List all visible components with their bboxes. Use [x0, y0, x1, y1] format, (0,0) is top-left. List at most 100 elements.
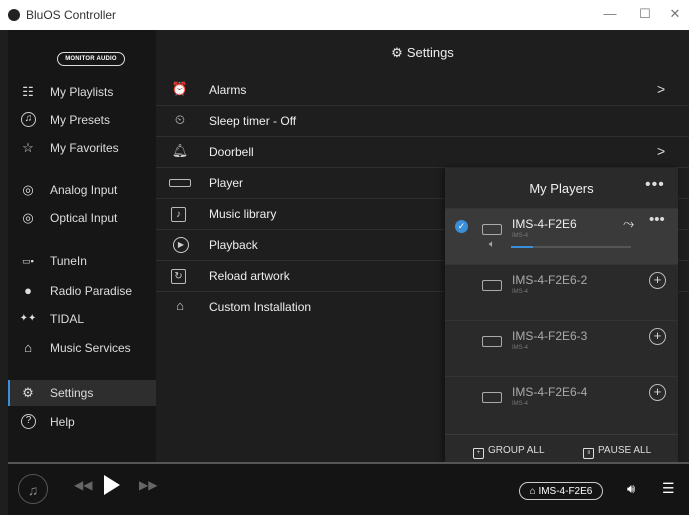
settings-row-alarms[interactable]: ⏰ Alarms >	[156, 74, 689, 106]
player-name: IMS-4-F2E6	[512, 217, 577, 231]
sidebar-item-optical-input[interactable]: ◎ Optical Input	[8, 205, 156, 231]
presets-icon: ♫	[21, 112, 36, 127]
maximize-button[interactable]: ☐	[634, 5, 656, 23]
brand-logo: MONITOR AUDIO	[57, 52, 125, 66]
player-name: IMS-4-F2E6-4	[512, 385, 588, 399]
sidebar-item-music-services[interactable]: ⌂ Music Services	[8, 335, 156, 361]
house-plus-icon: +	[473, 448, 484, 459]
sidebar-item-label: Settings	[50, 386, 94, 400]
house-pause-icon: ॥	[583, 448, 594, 459]
more-options-icon[interactable]: •••	[645, 176, 665, 194]
player-row[interactable]: IMS-4-F2E6-2 IMS-4 +	[445, 264, 678, 321]
custom-install-icon: ⌂	[176, 298, 184, 313]
sidebar-item-radio-paradise[interactable]: ● Radio Paradise	[8, 278, 156, 304]
queue-icon[interactable]: ☰	[662, 480, 675, 497]
star-icon: ☆	[22, 140, 34, 155]
window-border	[0, 30, 8, 515]
reload-icon: ↻	[171, 269, 186, 284]
sidebar-item-label: My Playlists	[50, 85, 114, 99]
my-players-panel: My Players ••• ✓ IMS-4-F2E6 IMS-4 ⤳ ••• …	[445, 168, 678, 463]
sidebar-item-help[interactable]: ? Help	[8, 409, 156, 435]
sidebar-item-settings[interactable]: ⚙ Settings	[8, 380, 156, 406]
sidebar-item-tunein[interactable]: ▭▪ TuneIn	[8, 248, 156, 274]
gear-icon: ⚙	[391, 45, 403, 60]
playback-icon: ▶	[173, 237, 189, 253]
settings-row-doorbell[interactable]: 🔔︎ Doorbell >	[156, 136, 689, 168]
volume-slider-fill	[511, 246, 533, 248]
sidebar-item-label: Optical Input	[50, 211, 118, 225]
window-title: BluOS Controller	[26, 8, 117, 22]
player-model: IMS-4	[512, 345, 529, 351]
volume-icon[interactable]: 🔊︎	[627, 481, 635, 497]
group-all-button[interactable]: + GROUP ALL	[473, 445, 545, 459]
settings-row-label: Playback	[209, 238, 258, 252]
minimize-button[interactable]: —	[599, 5, 621, 23]
player-device-icon	[482, 280, 502, 291]
sidebar-item-label: Radio Paradise	[50, 284, 133, 298]
player-row[interactable]: IMS-4-F2E6-3 IMS-4 +	[445, 320, 678, 377]
group-all-label: GROUP ALL	[488, 445, 545, 456]
settings-row-label: Doorbell	[209, 145, 254, 159]
sleep-timer-icon: ⏲	[174, 112, 186, 127]
player-row[interactable]: IMS-4-F2E6-4 IMS-4 +	[445, 376, 678, 433]
add-to-group-icon[interactable]: +	[649, 328, 666, 345]
sidebar-item-label: Analog Input	[50, 183, 118, 197]
volume-slider[interactable]	[511, 246, 631, 248]
player-device-icon	[169, 179, 191, 187]
tunein-icon: ▭▪	[22, 256, 34, 266]
next-track-icon[interactable]: ▶▶	[139, 478, 157, 492]
current-player-button[interactable]: ⌂ IMS-4-F2E6	[519, 482, 603, 500]
sidebar-item-label: Help	[50, 415, 75, 429]
player-row[interactable]: ✓ IMS-4-F2E6 IMS-4 ⤳ ••• 🔈︎	[445, 208, 678, 265]
music-library-icon: ♪	[171, 207, 186, 222]
alarm-icon: ⏰	[171, 81, 189, 96]
play-button[interactable]	[104, 475, 120, 495]
player-more-icon[interactable]: •••	[649, 211, 665, 228]
settings-row-label: Player	[209, 176, 244, 190]
settings-row-label: Alarms	[209, 83, 247, 97]
sidebar-item-my-presets[interactable]: ♫ My Presets	[8, 107, 156, 133]
album-art-placeholder-icon[interactable]: ♫	[18, 474, 48, 504]
page-title-text: Settings	[406, 45, 454, 60]
bell-icon: 🔔︎	[171, 143, 189, 158]
panel-header: My Players •••	[445, 168, 678, 208]
sidebar-item-label: TuneIn	[50, 254, 87, 268]
sidebar-item-my-playlists[interactable]: ☷ My Playlists	[8, 79, 156, 105]
sidebar-item-my-favorites[interactable]: ☆ My Favorites	[8, 135, 156, 161]
gear-icon: ⚙	[22, 385, 34, 400]
window-titlebar: BluOS Controller — ☐ ✕	[0, 0, 689, 30]
optical-input-icon: ◎	[22, 210, 34, 225]
player-model: IMS-4	[512, 289, 529, 295]
player-name: IMS-4-F2E6-3	[512, 329, 588, 343]
previous-track-icon[interactable]: ◀◀	[74, 478, 92, 492]
sidebar-item-label: My Favorites	[50, 141, 119, 155]
settings-row-label: Sleep timer - Off	[209, 114, 297, 128]
playlist-icon: ☷	[22, 84, 34, 99]
sidebar-item-label: My Presets	[50, 113, 111, 127]
player-device-icon	[482, 392, 502, 403]
music-services-icon: ⌂	[24, 340, 32, 355]
help-icon: ?	[21, 414, 36, 429]
app-icon	[8, 9, 20, 21]
analog-input-icon: ◎	[22, 182, 34, 197]
settings-row-sleep-timer[interactable]: ⏲ Sleep timer - Off	[156, 105, 689, 137]
panel-footer: + GROUP ALL ॥ PAUSE ALL	[445, 434, 678, 464]
volume-icon: 🔈︎	[489, 239, 495, 250]
settings-row-label: Custom Installation	[209, 300, 312, 314]
close-button[interactable]: ✕	[664, 5, 686, 23]
player-model: IMS-4	[512, 233, 529, 239]
tidal-icon: ✦✦	[19, 313, 37, 324]
check-icon[interactable]: ✓	[455, 220, 468, 233]
group-icon[interactable]: ⤳	[623, 215, 634, 232]
pause-all-label: PAUSE ALL	[598, 445, 652, 456]
add-to-group-icon[interactable]: +	[649, 384, 666, 401]
settings-row-label: Music library	[209, 207, 277, 221]
panel-title: My Players	[529, 181, 594, 196]
sidebar: MONITOR AUDIO ☷ My Playlists ♫ My Preset…	[8, 30, 156, 462]
pause-all-button[interactable]: ॥ PAUSE ALL	[583, 445, 651, 459]
chevron-right-icon: >	[657, 81, 666, 97]
sidebar-item-tidal[interactable]: ✦✦ TIDAL	[8, 306, 156, 332]
page-title: ⚙ Settings	[156, 45, 689, 61]
add-to-group-icon[interactable]: +	[649, 272, 666, 289]
sidebar-item-analog-input[interactable]: ◎ Analog Input	[8, 177, 156, 203]
